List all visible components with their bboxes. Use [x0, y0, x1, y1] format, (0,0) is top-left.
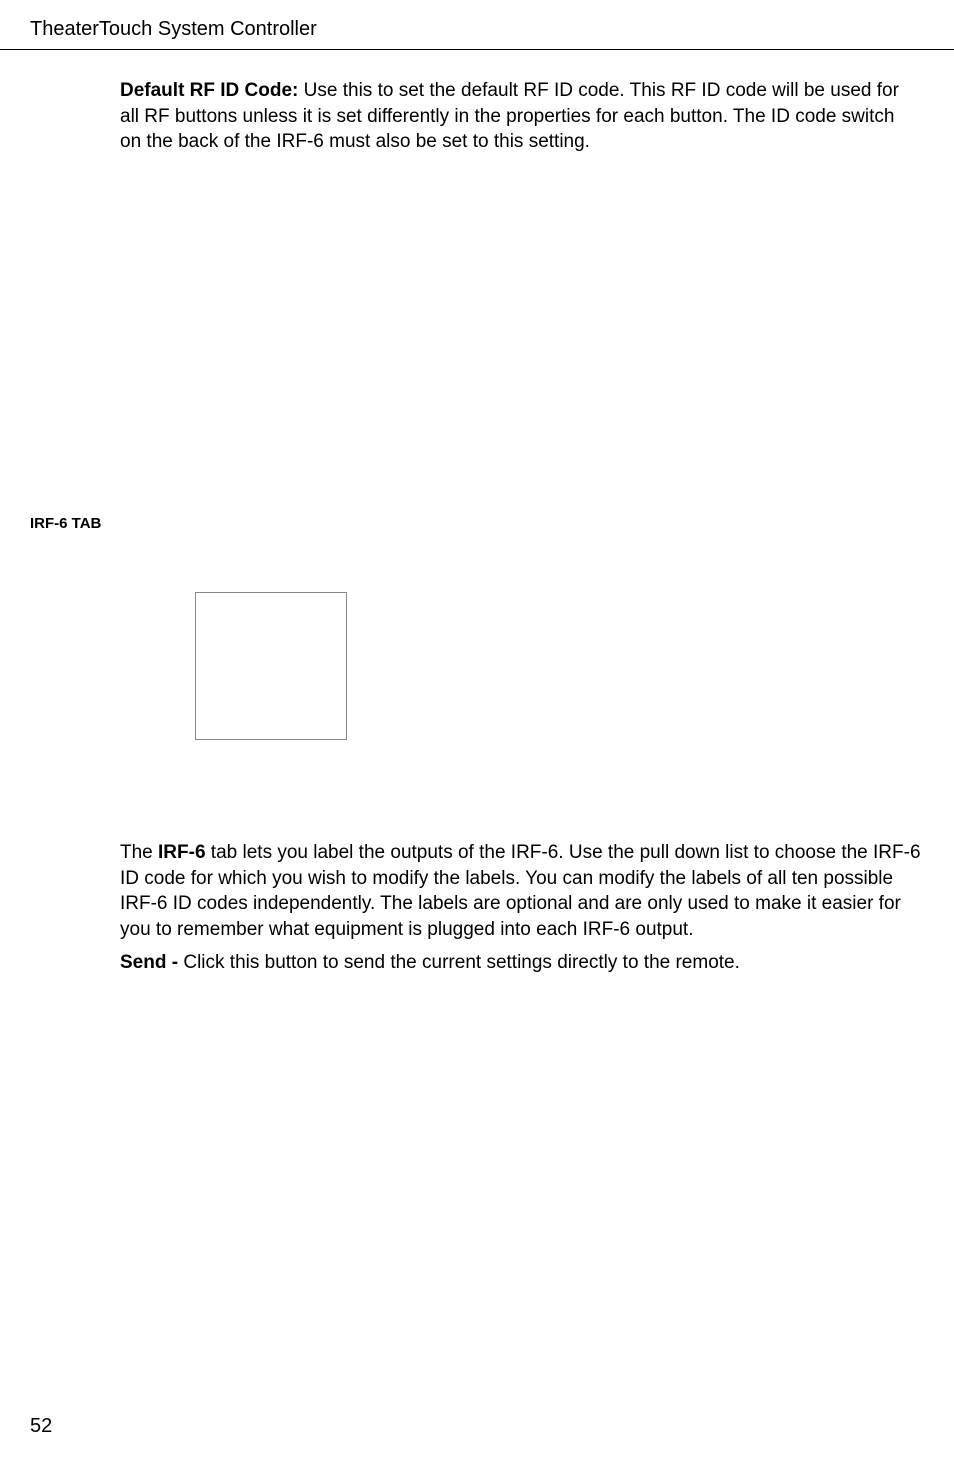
page-header: TheaterTouch System Controller [0, 0, 954, 50]
section-heading-irf6-tab: IRF-6 TAB [30, 515, 924, 532]
paragraph-irf6-description: The IRF-6 tab lets you label the outputs… [120, 840, 924, 943]
page-number: 52 [30, 1415, 52, 1438]
send-label: Send - [120, 952, 183, 973]
irf6-bold: IRF-6 [158, 842, 206, 863]
header-title: TheaterTouch System Controller [30, 18, 317, 40]
paragraph-default-rf-id: Default RF ID Code: Use this to set the … [120, 78, 910, 155]
image-placeholder [195, 592, 347, 740]
irf6-text: tab lets you label the outputs of the IR… [120, 842, 921, 940]
page-content: Default RF ID Code: Use this to set the … [0, 78, 954, 976]
paragraph-send: Send - Click this button to send the cur… [120, 950, 920, 976]
send-text: Click this button to send the current se… [183, 952, 740, 973]
default-rf-id-label: Default RF ID Code: [120, 80, 298, 101]
irf6-prefix: The [120, 842, 158, 863]
